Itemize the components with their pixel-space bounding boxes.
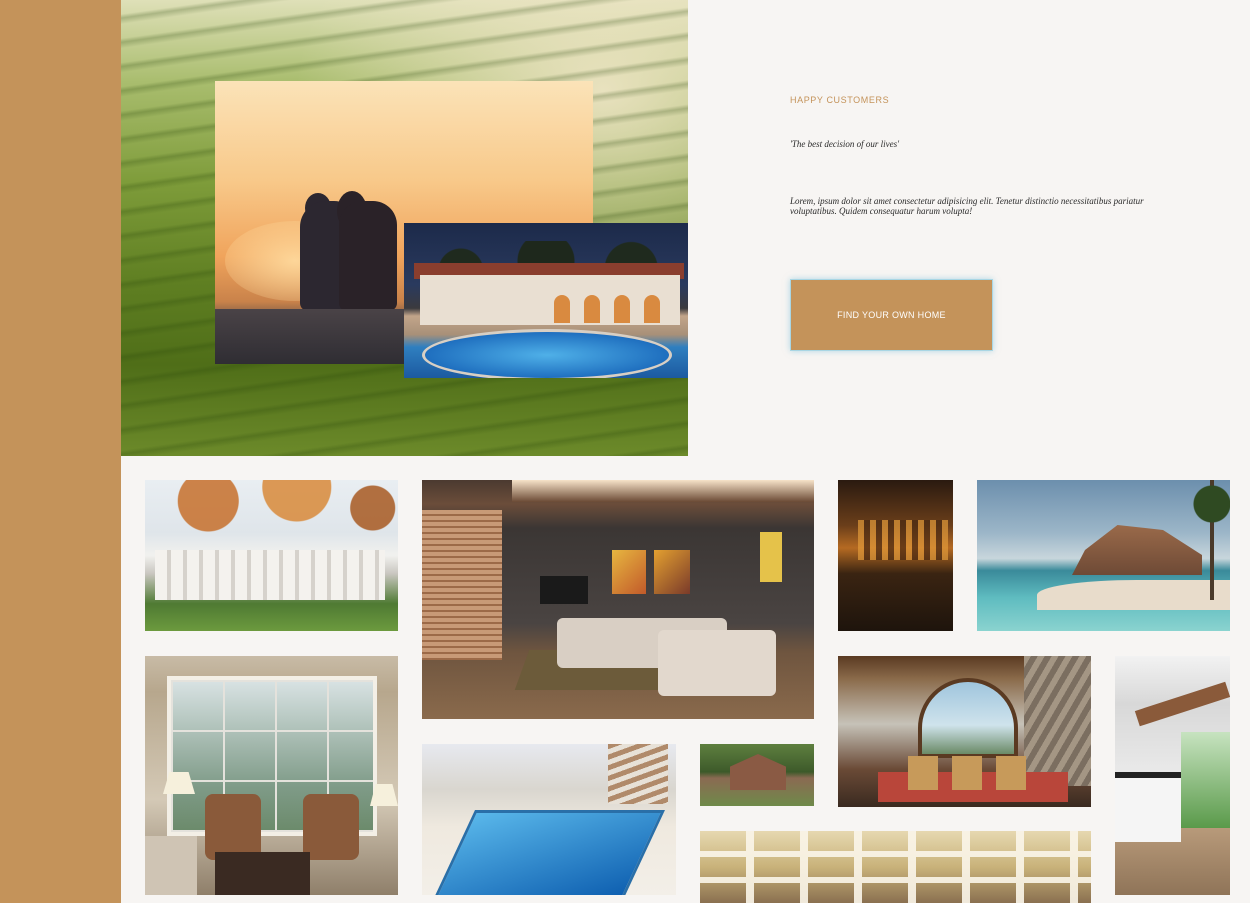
- gallery-image-great-room[interactable]: [838, 656, 1091, 807]
- testimonial-section: HAPPY CUSTOMERS 'The best decision of ou…: [688, 0, 1250, 456]
- gallery-image-lobby-bar[interactable]: [838, 480, 953, 631]
- gallery-image-brick-house[interactable]: [700, 744, 814, 806]
- find-home-button[interactable]: FIND YOUR OWN HOME: [790, 279, 993, 351]
- testimonial-quote: 'The best decision of our lives': [790, 139, 900, 149]
- gallery-image-kitchen[interactable]: [1115, 656, 1230, 895]
- gallery-image-indoor-pool[interactable]: [422, 744, 676, 895]
- gallery-image-sunroom[interactable]: [145, 656, 398, 895]
- gallery-image-coffered-hall[interactable]: [700, 831, 1091, 903]
- left-accent-bar: [0, 0, 121, 903]
- gallery-image-beach-resort[interactable]: [977, 480, 1230, 631]
- gallery-image-colonial-house[interactable]: [145, 480, 398, 631]
- hero-collage: [121, 0, 688, 456]
- testimonial-body: Lorem, ipsum dolor sit amet consectetur …: [790, 196, 1144, 216]
- villa-pool-photo: [404, 223, 688, 378]
- gallery-image-living-room[interactable]: [422, 480, 814, 719]
- section-kicker: HAPPY CUSTOMERS: [790, 95, 890, 105]
